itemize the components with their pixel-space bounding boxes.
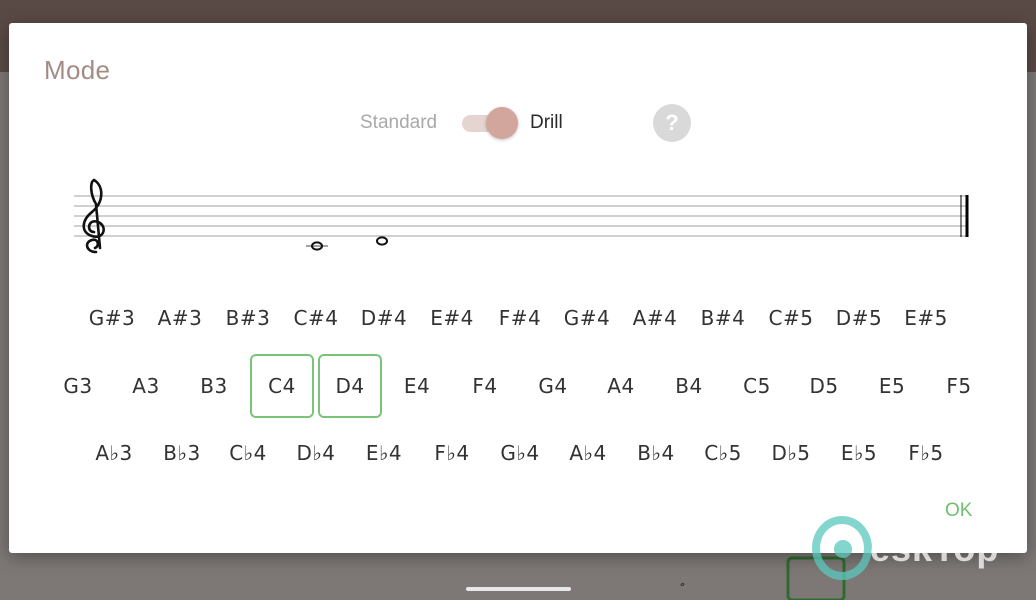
note-button[interactable]: G3 [53, 366, 103, 406]
note-button[interactable]: E♭5 [832, 433, 886, 473]
help-icon: ? [665, 110, 679, 135]
note-button[interactable]: F#4 [495, 298, 545, 338]
note-button[interactable]: A♭3 [87, 433, 141, 473]
note-button[interactable]: B3 [189, 366, 239, 406]
note-button[interactable]: D#4 [359, 298, 409, 338]
music-staff [74, 178, 969, 254]
watermark-logo-icon [812, 516, 872, 580]
mode-standard-label[interactable]: Standard [360, 112, 437, 134]
note-button[interactable]: F♭4 [425, 433, 479, 473]
note-button[interactable]: F5 [934, 366, 984, 406]
note-button[interactable]: E♭4 [357, 433, 411, 473]
note-button[interactable]: A4 [596, 366, 646, 406]
note-button[interactable]: G#4 [562, 298, 612, 338]
note-button[interactable]: C♭5 [696, 433, 750, 473]
note-button[interactable]: D♭5 [764, 433, 818, 473]
note-button-selected[interactable]: D4 [318, 354, 382, 418]
note-button[interactable]: E4 [392, 366, 442, 406]
natural-notes-row: G3 A3 B3 C4 D4 E4 F4 G4 A4 B4 C5 D5 E5 F… [9, 354, 1027, 418]
note-button[interactable]: D♭4 [289, 433, 343, 473]
watermark: eskTop [812, 516, 1022, 586]
sharp-notes-row: G#3 A#3 B#3 C#4 D#4 E#4 F#4 G#4 A#4 B#4 … [9, 298, 1027, 338]
flat-notes-row: A♭3 B♭3 C♭4 D♭4 E♭4 F♭4 G♭4 A♭4 B♭4 C♭5 … [9, 433, 1027, 473]
note-button[interactable]: G#3 [87, 298, 137, 338]
note-button[interactable]: B#3 [223, 298, 273, 338]
note-button-selected[interactable]: C4 [250, 354, 314, 418]
mode-drill-label[interactable]: Drill [530, 112, 563, 134]
note-button[interactable]: F4 [460, 366, 510, 406]
whole-note-d4 [376, 236, 388, 246]
staff-lines [74, 195, 966, 237]
note-button[interactable]: C#5 [766, 298, 816, 338]
mode-toggle[interactable] [460, 107, 520, 139]
note-button[interactable]: C♭4 [221, 433, 275, 473]
note-button[interactable]: A3 [121, 366, 171, 406]
mode-dialog: Mode Standard Drill ? G#3 A#3 B#3 C#4 D#… [9, 23, 1027, 553]
note-button[interactable]: B#4 [698, 298, 748, 338]
note-button[interactable]: G♭4 [493, 433, 547, 473]
watermark-text: eskTop [870, 528, 1000, 569]
note-button[interactable]: E#5 [901, 298, 951, 338]
note-button[interactable]: E#4 [427, 298, 477, 338]
note-button[interactable]: F♭5 [899, 433, 953, 473]
navigation-handle[interactable] [466, 587, 571, 591]
help-button[interactable]: ? [653, 104, 691, 142]
note-button[interactable]: B4 [664, 366, 714, 406]
whole-note-c4 [306, 241, 328, 251]
note-button[interactable]: A#3 [155, 298, 205, 338]
svg-text:𝅗: 𝅗 [680, 571, 685, 590]
note-button[interactable]: G4 [528, 366, 578, 406]
note-button[interactable]: C5 [732, 366, 782, 406]
note-button[interactable]: D#5 [834, 298, 884, 338]
note-button[interactable]: B♭4 [629, 433, 683, 473]
mode-switch-row: Standard Drill [9, 107, 1027, 139]
note-button[interactable]: B♭3 [155, 433, 209, 473]
note-button[interactable]: A#4 [630, 298, 680, 338]
note-button[interactable]: C#4 [291, 298, 341, 338]
note-button[interactable]: D5 [799, 366, 849, 406]
toggle-thumb [486, 107, 518, 139]
note-button[interactable]: E5 [867, 366, 917, 406]
note-button[interactable]: A♭4 [561, 433, 615, 473]
dialog-title: Mode [44, 55, 111, 85]
